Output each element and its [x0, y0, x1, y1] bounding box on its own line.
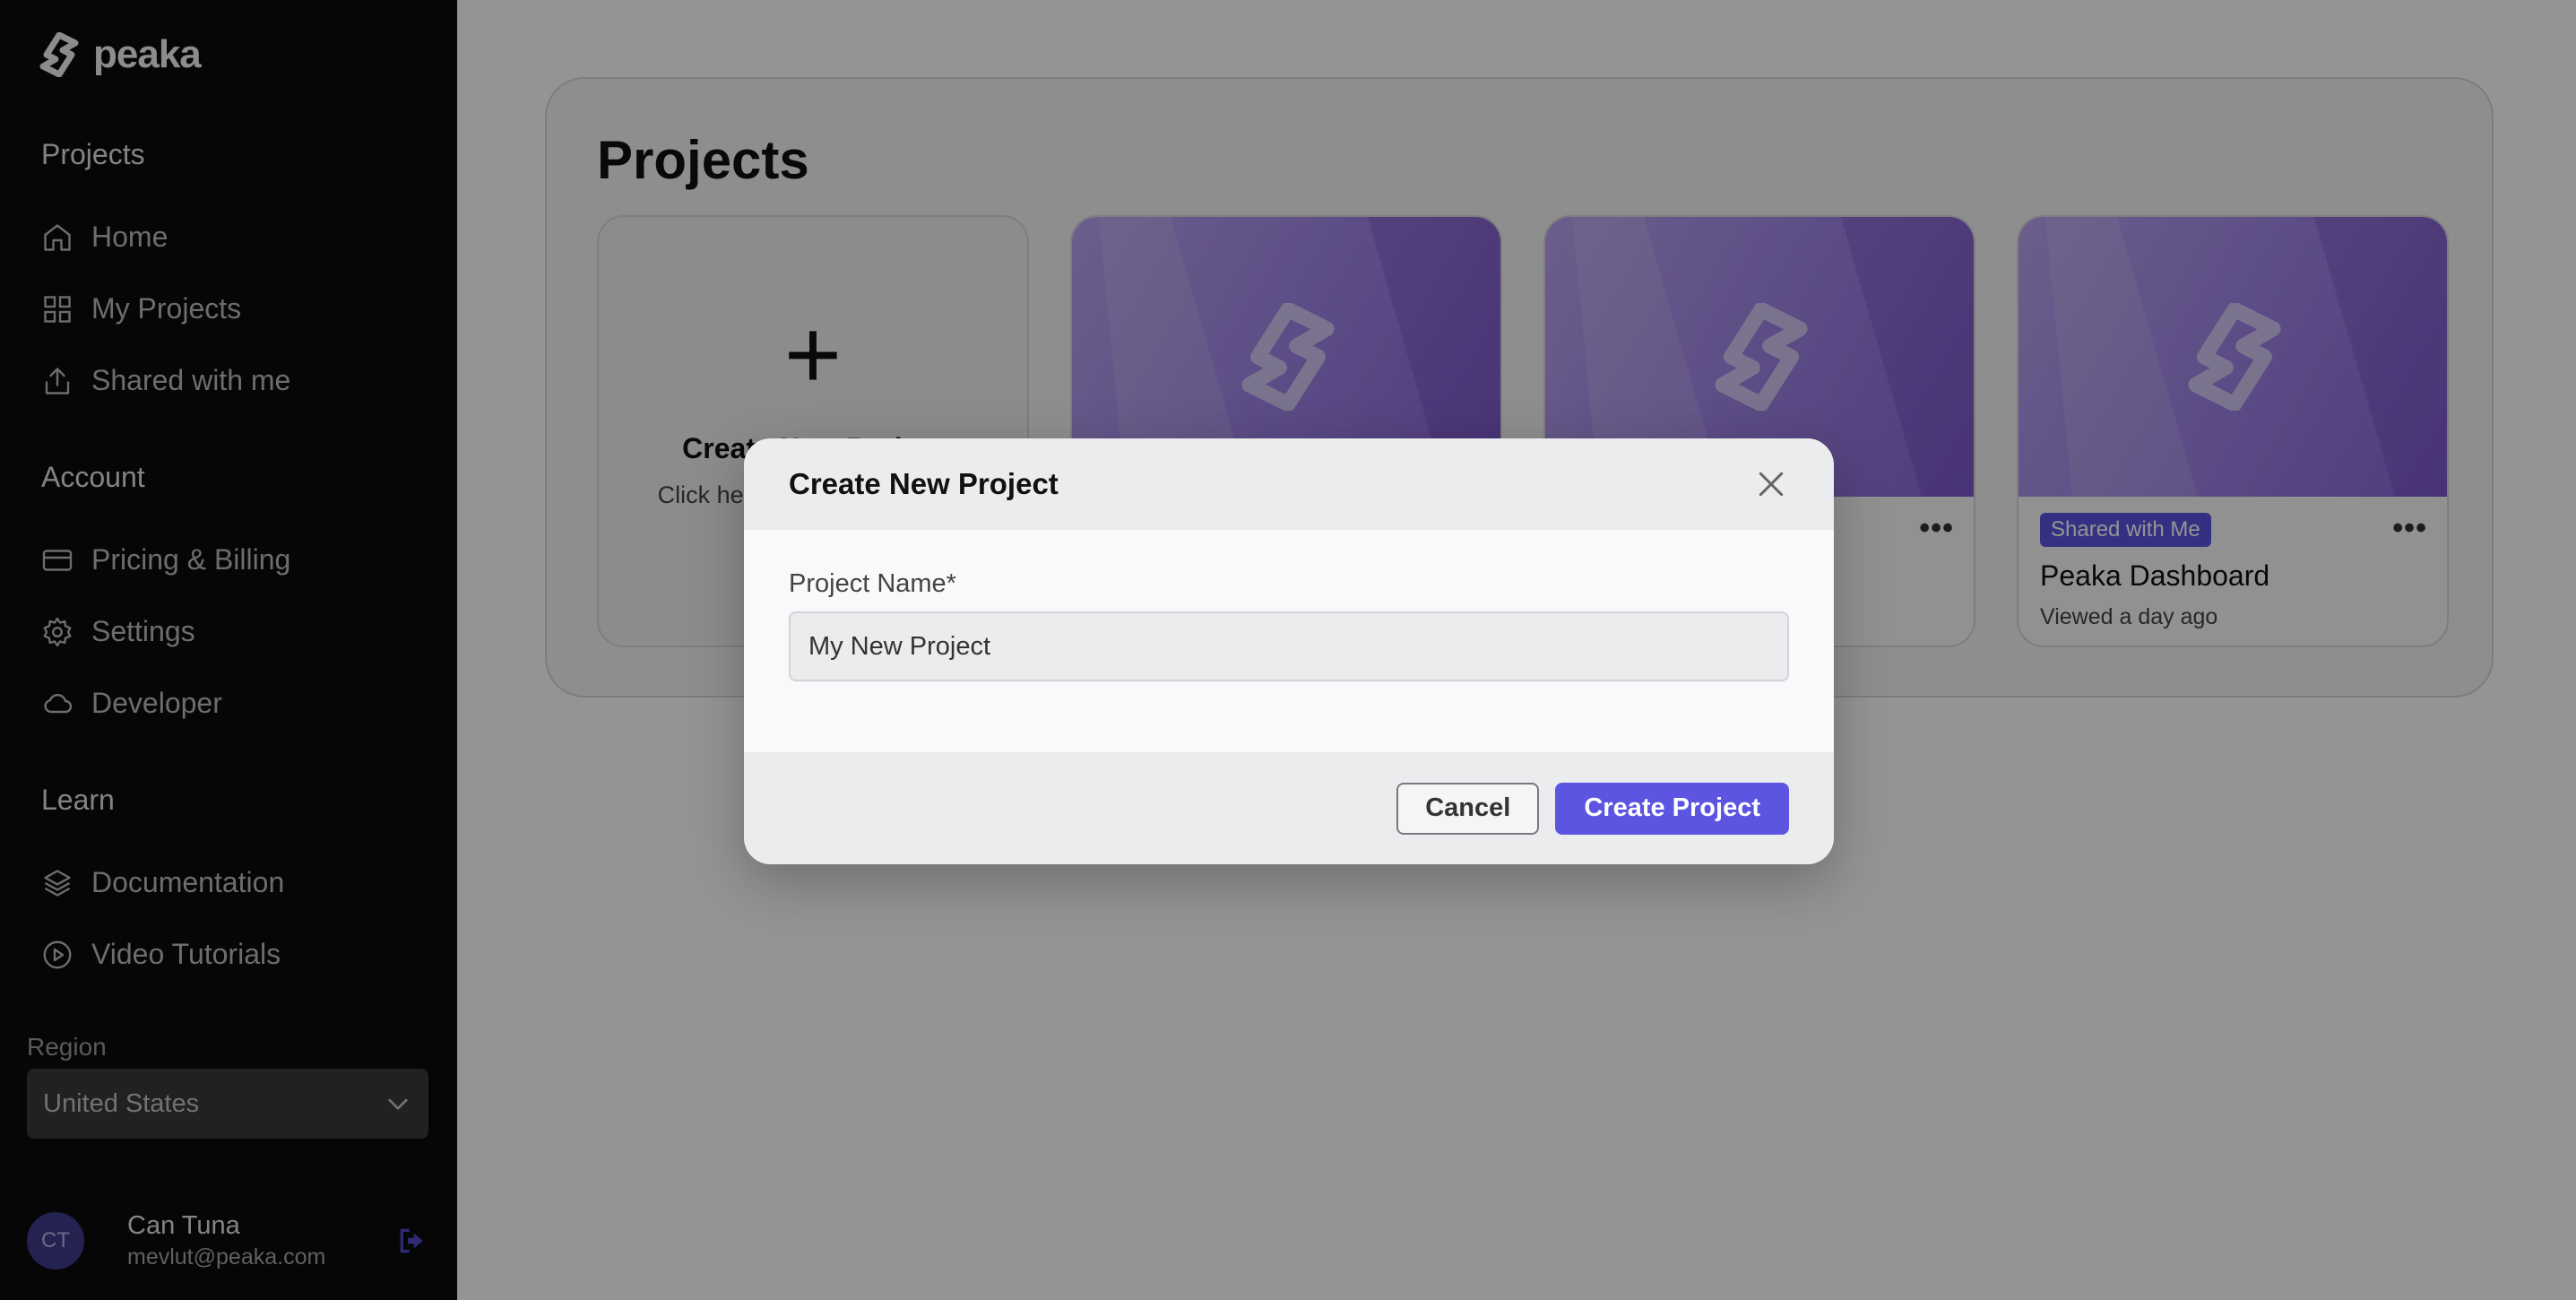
close-icon[interactable]	[1753, 466, 1789, 502]
dialog-body: Project Name*	[744, 530, 1834, 752]
project-name-input[interactable]	[789, 611, 1789, 681]
dialog-header: Create New Project	[744, 438, 1834, 530]
create-project-dialog: Create New Project Project Name* Cancel …	[744, 438, 1834, 864]
create-project-button[interactable]: Create Project	[1555, 782, 1789, 835]
cancel-button[interactable]: Cancel	[1396, 782, 1540, 835]
dialog-footer: Cancel Create Project	[744, 752, 1834, 864]
project-name-label: Project Name*	[789, 569, 956, 598]
dialog-title: Create New Project	[789, 467, 1059, 500]
